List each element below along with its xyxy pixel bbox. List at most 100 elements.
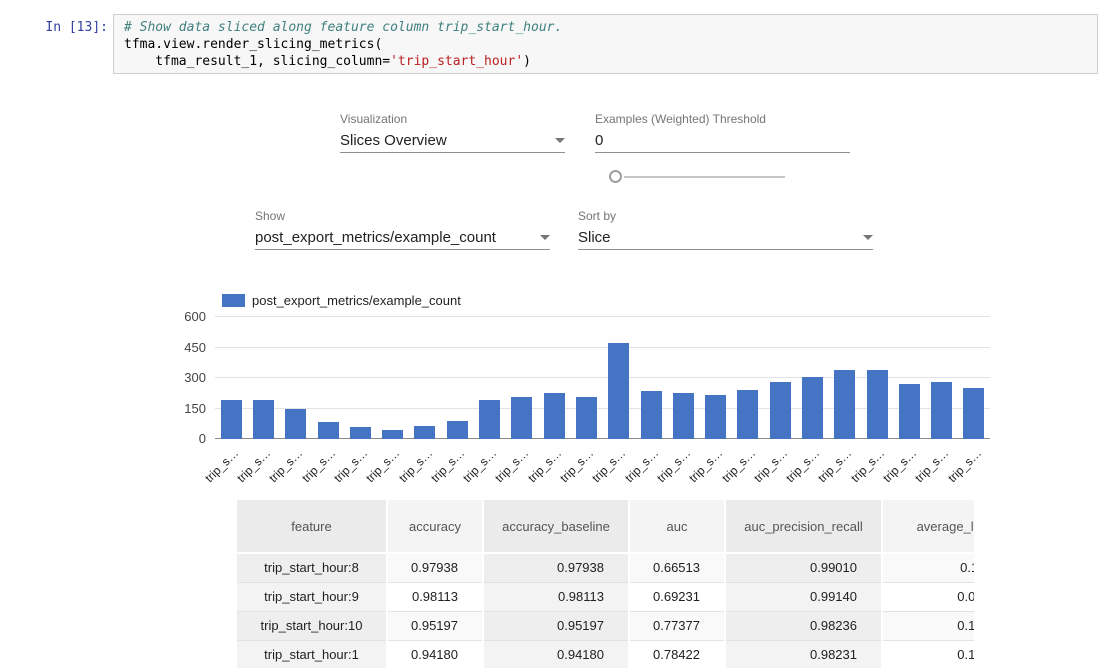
metric-value-cell: 0.1901 [882,640,974,668]
bar[interactable] [447,421,468,439]
bar[interactable] [318,422,339,439]
bar-slot [829,317,861,439]
bar[interactable] [285,409,306,439]
bar[interactable] [544,393,565,439]
bar[interactable] [931,382,952,439]
cell-prompt: In [13]: [14,20,108,35]
metrics-table: featureaccuracyaccuracy_baselineaucauc_p… [237,500,974,668]
bar-slot [506,317,538,439]
code-string: 'trip_start_hour' [390,54,523,69]
bar-slot [926,317,958,439]
bar-slot [603,317,635,439]
visualization-dropdown[interactable]: Slices Overview [340,129,565,153]
bar[interactable] [834,370,855,439]
visualization-label: Visualization [340,112,407,126]
bar[interactable] [414,426,435,439]
bar[interactable] [511,397,532,439]
code-cell[interactable]: # Show data sliced along feature column … [113,14,1098,74]
bar-slot [312,317,344,439]
legend-swatch-icon [222,294,245,307]
bar-slot [409,317,441,439]
chevron-down-icon [555,138,565,143]
metric-value-cell: 0.98113 [387,582,483,611]
bar[interactable] [382,430,403,439]
y-tick-label: 0 [160,432,206,446]
metric-value-cell: 0.99140 [725,582,882,611]
chevron-down-icon [540,235,550,240]
sort-by-dropdown[interactable]: Slice [578,226,873,250]
x-tick-label: trip_s… [202,446,241,485]
code-text: tfma_result_1, slicing_column= [124,54,390,69]
show-dropdown[interactable]: post_export_metrics/example_count [255,226,550,250]
metric-value-cell: 0.98113 [483,582,629,611]
metric-value-cell: 0.69231 [629,582,725,611]
metric-value-cell: 0.77377 [629,611,725,640]
table-header-cell[interactable]: auc_precision_recall [725,500,882,553]
notebook-page: In [13]: # Show data sliced along featur… [0,0,1111,668]
bars-group [215,317,990,439]
metric-value-cell: 0.98231 [725,640,882,668]
metric-value-cell: 0.66513 [629,553,725,582]
bar-slot [247,317,279,439]
table-row: trip_start_hour:100.951970.951970.773770… [237,611,974,640]
threshold-label: Examples (Weighted) Threshold [595,112,766,126]
code-text: ) [523,54,531,69]
bar[interactable] [221,400,242,439]
bar-slot [473,317,505,439]
bar-slot [958,317,990,439]
feature-cell: trip_start_hour:10 [237,611,387,640]
threshold-slider-track[interactable] [624,176,785,178]
table-header-cell[interactable]: accuracy_baseline [483,500,629,553]
bar[interactable] [350,427,371,439]
bar[interactable] [253,400,274,439]
bar-slot [538,317,570,439]
table-header-cell[interactable]: auc [629,500,725,553]
bar-slot [796,317,828,439]
x-label-slot: trip_s… [958,443,990,483]
threshold-slider-knob[interactable] [609,170,622,183]
metric-value-cell: 0.94180 [483,640,629,668]
bar[interactable] [705,395,726,439]
visualization-value: Slices Overview [340,132,447,149]
bar-slot [893,317,925,439]
bar[interactable] [802,377,823,439]
metric-value-cell: 0.98236 [725,611,882,640]
bar[interactable] [899,384,920,439]
metric-value-cell: 0.95197 [387,611,483,640]
bar[interactable] [770,382,791,439]
threshold-value: 0 [595,132,603,149]
bar[interactable] [963,388,984,439]
bar[interactable] [576,397,597,439]
metric-value-cell: 0.0892 [882,582,974,611]
bar[interactable] [737,390,758,439]
metric-value-cell: 0.78422 [629,640,725,668]
bar-slot [861,317,893,439]
table-row: trip_start_hour:90.981130.981130.692310.… [237,582,974,611]
bar[interactable] [867,370,888,439]
metric-value-cell: 0.95197 [483,611,629,640]
y-tick-label: 450 [160,341,206,355]
bar-slot [732,317,764,439]
table-header-cell[interactable]: accuracy [387,500,483,553]
chevron-down-icon [863,235,873,240]
bar[interactable] [479,400,500,439]
plot-area [215,317,990,439]
table-header-cell[interactable]: average_los [882,500,974,553]
metric-value-cell: 0.97938 [483,553,629,582]
metric-value-cell: 0.94180 [387,640,483,668]
bar-slot [280,317,312,439]
y-tick-label: 300 [160,371,206,385]
code-line: tfma.view.render_slicing_metrics( [124,36,1087,53]
bar-slot [635,317,667,439]
bar[interactable] [673,393,694,439]
legend-label: post_export_metrics/example_count [252,293,461,308]
code-comment: # Show data sliced along feature column … [124,19,1087,36]
threshold-input[interactable]: 0 [595,129,850,153]
bar[interactable] [608,343,629,439]
x-axis: trip_s…trip_s…trip_s…trip_s…trip_s…trip_… [215,443,990,483]
bar[interactable] [641,391,662,439]
code-line: tfma_result_1, slicing_column='trip_star… [124,53,1087,70]
table-header-cell[interactable]: feature [237,500,387,553]
sort-by-value: Slice [578,229,611,246]
bar-slot [570,317,602,439]
